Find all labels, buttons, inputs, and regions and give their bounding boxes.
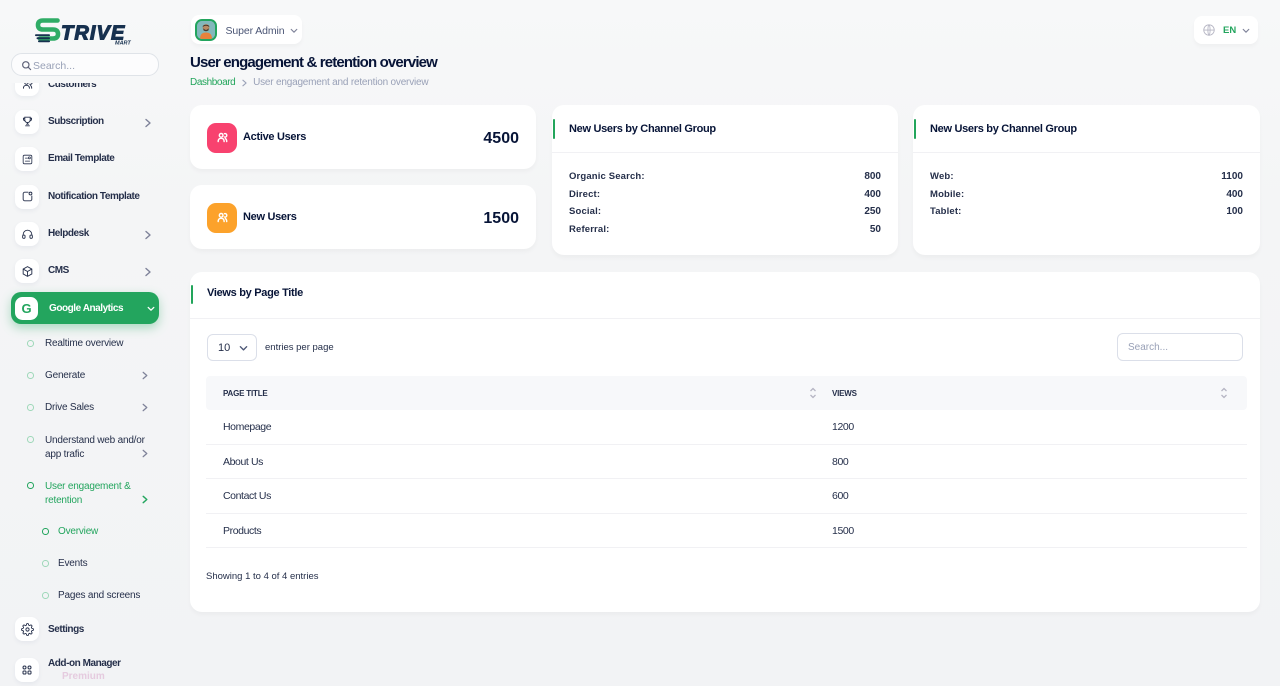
svg-text:MART: MART [115, 41, 131, 47]
